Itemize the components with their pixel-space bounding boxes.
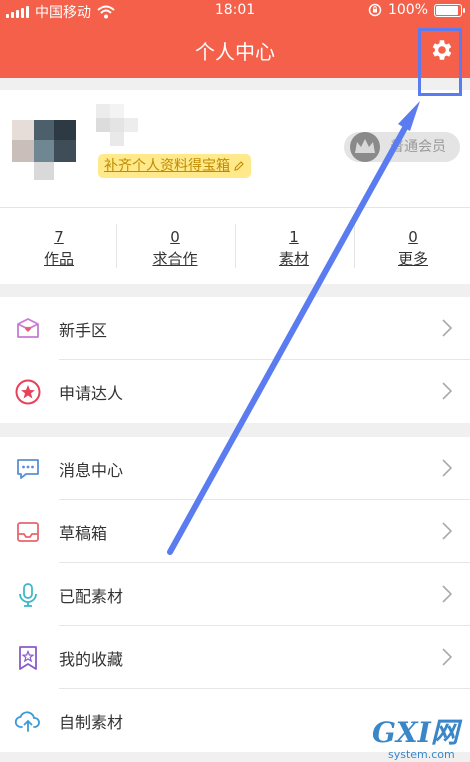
- watermark-domain: system.com: [388, 748, 455, 761]
- annotation-arrow: [167, 101, 420, 555]
- watermark: GXI网 system.com: [372, 716, 466, 762]
- watermark-logo: GXI网: [372, 716, 459, 749]
